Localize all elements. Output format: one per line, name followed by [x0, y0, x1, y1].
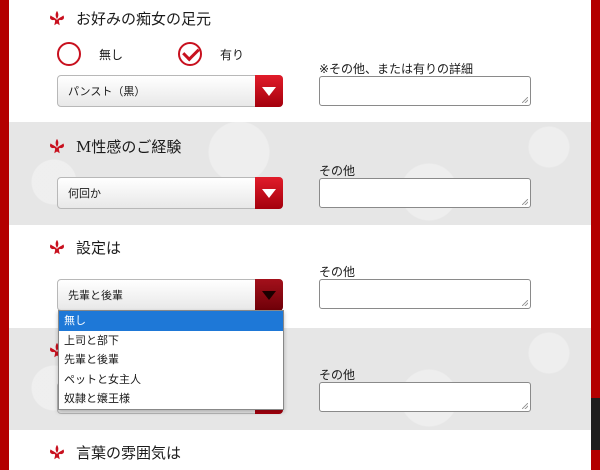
field-label: その他 — [319, 265, 356, 279]
field-label: その他 — [319, 164, 356, 178]
footwear-select[interactable]: パンスト（黒） — [57, 75, 283, 107]
field-label: ※その他、または有りの詳細 — [319, 62, 474, 76]
fleur-de-lis-icon — [49, 239, 65, 254]
section-heading-text: 設定は — [76, 239, 122, 257]
section-heading-text: M性感のご経験 — [76, 138, 182, 156]
dropdown-option[interactable]: 無し — [59, 311, 283, 331]
section-words: 言葉の雰囲気は — [9, 430, 591, 470]
select-value: 何回か — [68, 187, 101, 200]
section-heading-text: お好みの痴女の足元 — [76, 10, 212, 28]
setting-select[interactable]: 先輩と後輩 — [57, 279, 283, 311]
experience-other-textarea[interactable] — [319, 178, 531, 208]
section-experience: M性感のご経験 何回か その他 — [9, 122, 591, 225]
dropdown-option[interactable]: ペットと女主人 — [59, 370, 283, 390]
setting-dropdown-list: 無し 上司と部下 先輩と後輩 ペットと女主人 奴隷と嬢王様 — [58, 310, 284, 410]
section-heading: 設定は — [48, 237, 121, 258]
section-heading: M性感のご経験 — [48, 136, 181, 157]
section-heading: お好みの痴女の足元 — [48, 8, 211, 29]
dropdown-option[interactable]: 奴隷と嬢王様 — [59, 389, 283, 409]
dropdown-option[interactable]: 先輩と後輩 — [59, 350, 283, 370]
chevron-down-icon[interactable] — [255, 279, 283, 311]
radio-group: 無し 有り — [57, 42, 299, 66]
left-frame-border — [0, 0, 9, 470]
footwear-detail-textarea[interactable] — [319, 76, 531, 106]
dropdown-option[interactable]: 上司と部下 — [59, 331, 283, 351]
select-value: パンスト（黒） — [68, 85, 146, 98]
section-heading-text: 言葉の雰囲気は — [76, 444, 182, 462]
select-value: 先輩と後輩 — [68, 289, 123, 302]
experience-select[interactable]: 何回か — [57, 177, 283, 209]
scrollbar-thumb[interactable] — [591, 398, 600, 450]
fleur-de-lis-icon — [49, 10, 65, 25]
radio-none-label: 無し — [99, 47, 124, 62]
radio-none[interactable] — [57, 42, 81, 66]
section-footwear: お好みの痴女の足元 無し 有り パンスト（黒） ※その他、または有りの詳細 — [9, 0, 591, 122]
chevron-down-icon[interactable] — [255, 75, 283, 107]
section-heading: 言葉の雰囲気は — [48, 442, 181, 463]
radio-yes-label: 有り — [220, 47, 245, 62]
fleur-de-lis-icon — [49, 138, 65, 153]
hidden-other-textarea[interactable] — [319, 382, 531, 412]
field-label: その他 — [319, 368, 356, 382]
setting-other-textarea[interactable] — [319, 279, 531, 309]
chevron-down-icon[interactable] — [255, 177, 283, 209]
fleur-de-lis-icon — [49, 444, 65, 459]
radio-yes[interactable] — [178, 42, 203, 66]
